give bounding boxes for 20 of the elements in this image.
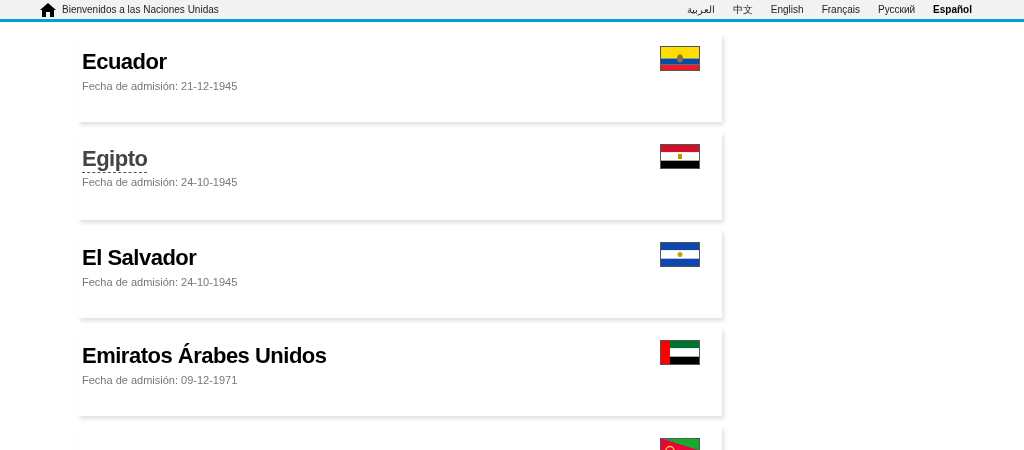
language-link[interactable]: Español [933,4,972,15]
country-name-link[interactable]: Ecuador [82,47,167,77]
flag-icon [660,340,700,365]
flag-icon [660,242,700,267]
language-link[interactable]: Français [821,4,860,15]
home-link[interactable]: Bienvenidos a las Naciones Unidas [62,4,219,15]
admission-date: Fecha de admisión: 24-10-1945 [82,276,238,288]
admission-date: Fecha de admisión: 09-12-1971 [82,374,238,386]
admission-date: Fecha de admisión: 24-10-1945 [82,176,238,188]
country-name-link[interactable]: Egipto [82,145,148,173]
home-icon[interactable] [40,2,56,17]
language-link[interactable]: English [770,4,804,15]
language-link[interactable]: العربية [686,4,715,15]
country-name-link[interactable]: Emiratos Árabes Unidos [82,341,327,371]
admission-date: Fecha de admisión: 21-12-1945 [82,80,238,92]
language-link[interactable]: Русский [878,4,916,15]
flag-icon [660,144,700,169]
country-name-link[interactable]: El Salvador [82,243,197,273]
flag-icon [660,46,700,71]
language-link[interactable]: 中文 [732,2,753,17]
